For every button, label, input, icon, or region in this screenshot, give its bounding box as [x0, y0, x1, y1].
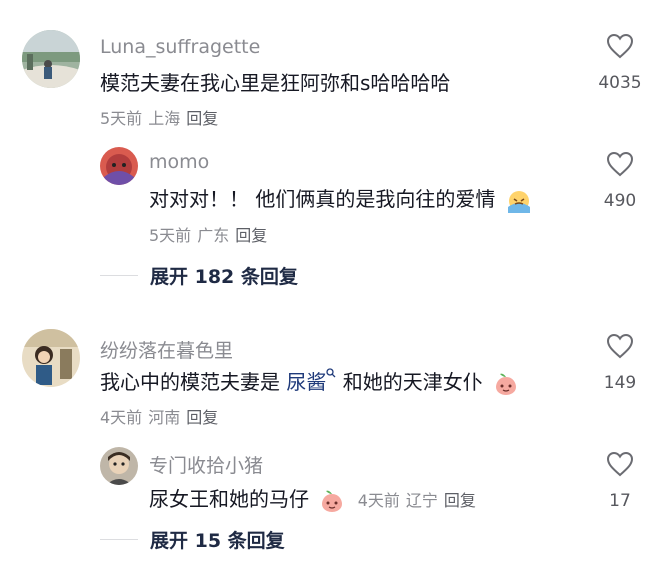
comment-time: 4天前 — [100, 408, 143, 427]
like-button[interactable]: 4035 — [590, 33, 650, 93]
avatar-image — [22, 30, 80, 88]
avatar-image — [100, 447, 138, 485]
expand-replies-label[interactable]: 展开 182 条回复 — [150, 262, 298, 289]
reply-text: 尿女王和她的马仔 4天前 辽宁 回复 — [149, 483, 482, 514]
comment-text: 模范夫妻在我心里是狂阿弥和s哈哈哈哈 — [100, 71, 451, 95]
heart-icon — [606, 451, 634, 477]
reply-button[interactable]: 回复 — [186, 408, 218, 427]
peach-emoji-icon — [322, 490, 343, 512]
reply-location: 广东 — [197, 226, 230, 245]
heart-icon — [606, 151, 634, 177]
like-count: 149 — [603, 373, 637, 393]
comment-time: 5天前 — [100, 109, 143, 128]
like-count: 490 — [603, 191, 637, 211]
reply-text-content: 尿女王和她的马仔 — [149, 487, 309, 511]
divider — [100, 539, 138, 540]
avatar[interactable] — [22, 329, 80, 387]
reply-button[interactable]: 回复 — [235, 226, 267, 245]
comment-location: 上海 — [148, 109, 181, 128]
avatar[interactable] — [100, 147, 138, 185]
expand-replies-label[interactable]: 展开 15 条回复 — [150, 526, 285, 553]
like-count: 17 — [609, 491, 631, 511]
crying-emoji-icon — [507, 190, 530, 213]
heart-icon — [606, 333, 634, 359]
avatar-image — [100, 147, 138, 185]
comment-text-after: 和她的天津女仆 — [336, 370, 483, 394]
expand-replies-button[interactable]: 展开 182 条回复 — [100, 262, 298, 289]
avatar-image — [22, 329, 80, 387]
reply-meta: 4天前 辽宁 回复 — [358, 491, 482, 510]
like-count: 4035 — [598, 73, 642, 93]
reply-text: 对对对！！ 他们俩真的是我向往的爱情 — [149, 183, 532, 213]
comment-meta: 5天前 上海 回复 — [100, 105, 224, 129]
like-button[interactable]: 17 — [590, 451, 650, 511]
reply-button[interactable]: 回复 — [444, 491, 476, 510]
comment-meta: 4天前 河南 回复 — [100, 404, 224, 428]
comment-text: 我心中的模范夫妻是 尿酱 和她的天津女仆 — [100, 366, 519, 397]
peach-emoji-icon — [496, 373, 517, 395]
search-link[interactable]: 尿酱 — [286, 370, 326, 394]
reply-username[interactable]: momo — [149, 151, 209, 173]
reply-meta: 5天前 广东 回复 — [149, 222, 273, 246]
comment-username[interactable]: Luna_suffragette — [100, 36, 260, 58]
reply-username[interactable]: 专门收拾小猪 — [149, 451, 263, 478]
divider — [100, 275, 138, 276]
like-button[interactable]: 490 — [590, 151, 650, 211]
reply-time: 5天前 — [149, 226, 192, 245]
expand-replies-button[interactable]: 展开 15 条回复 — [100, 526, 285, 553]
avatar[interactable] — [100, 447, 138, 485]
comment-text-before: 我心中的模范夫妻是 — [100, 370, 287, 394]
search-icon[interactable] — [326, 368, 336, 382]
comment-location: 河南 — [148, 408, 181, 427]
comment-username[interactable]: 纷纷落在暮色里 — [100, 336, 233, 363]
like-button[interactable]: 149 — [590, 333, 650, 393]
reply-text-content: 对对对！！ 他们俩真的是我向往的爱情 — [149, 187, 496, 211]
reply-time: 4天前 — [357, 491, 400, 510]
avatar[interactable] — [22, 30, 80, 88]
reply-location: 辽宁 — [405, 491, 438, 510]
heart-icon — [606, 33, 634, 59]
reply-button[interactable]: 回复 — [186, 109, 218, 128]
